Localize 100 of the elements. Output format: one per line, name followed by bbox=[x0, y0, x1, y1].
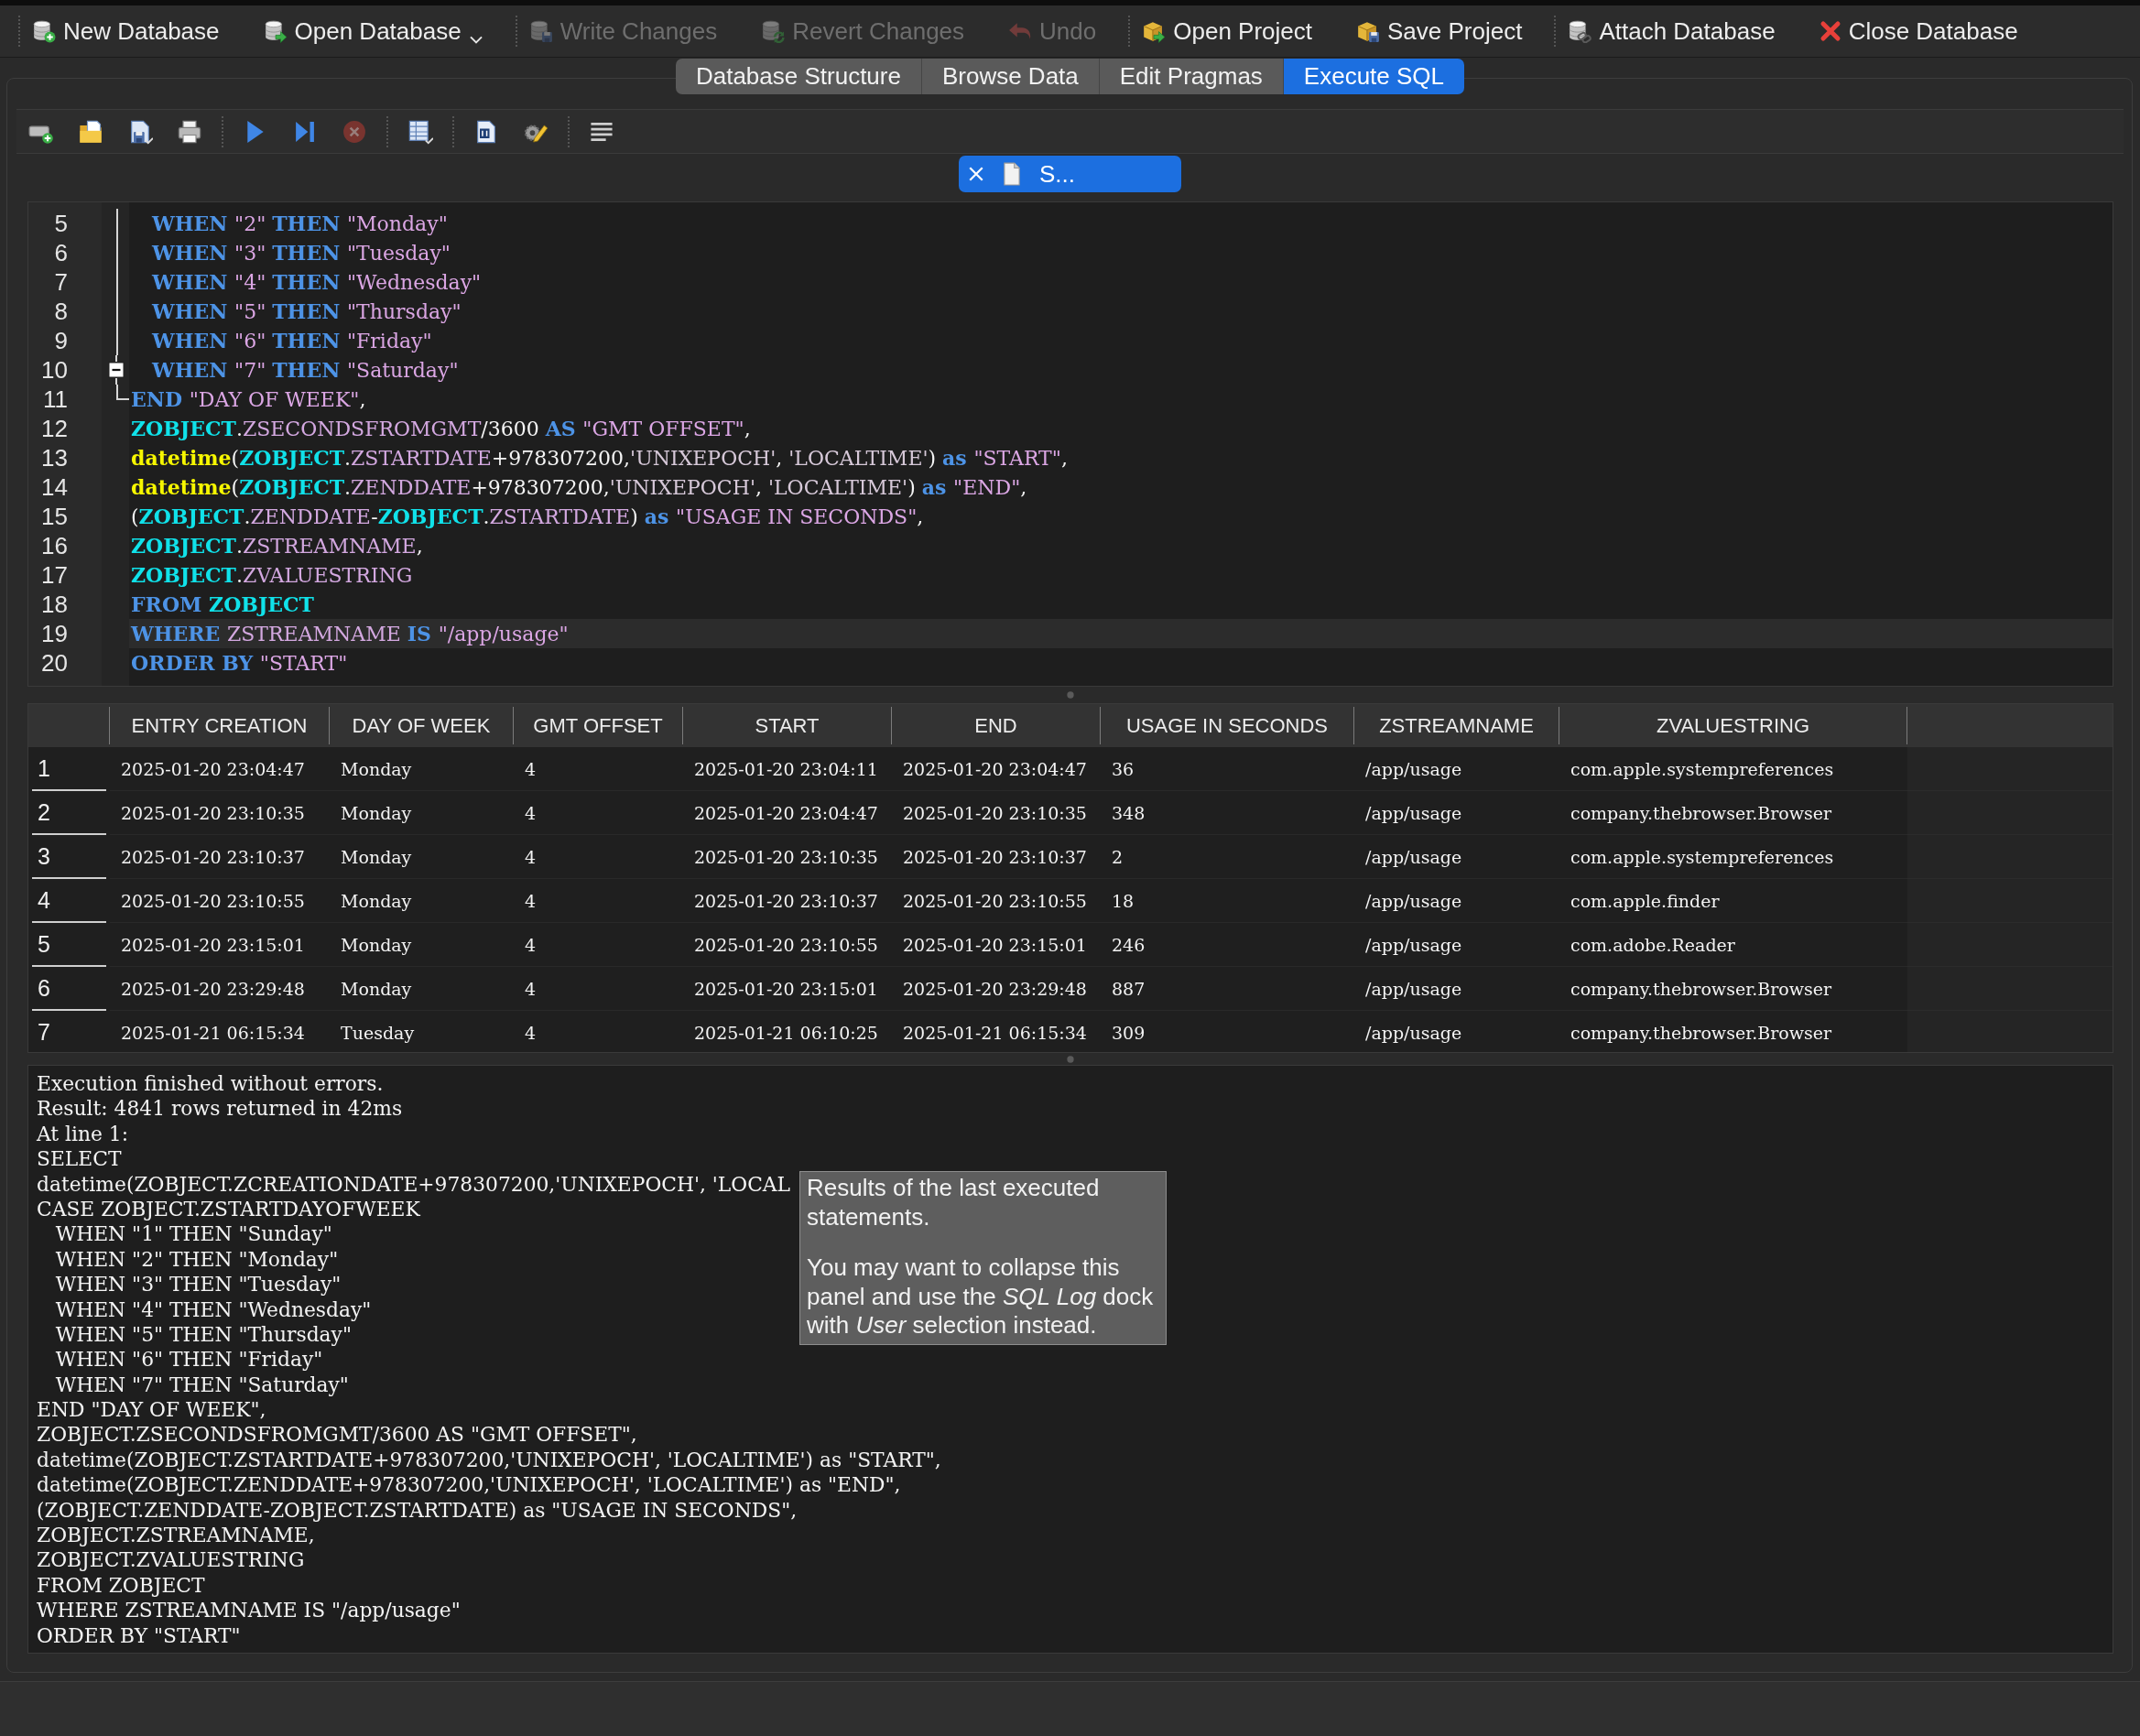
tab[interactable]: Execute SQL bbox=[1283, 59, 1465, 94]
column-header[interactable]: START bbox=[683, 707, 892, 744]
table-cell: /app/usage bbox=[1354, 923, 1559, 967]
log-line: datetime(ZOBJECT.ZENDDATE+978307200,'UNIXEPOCH', 'LOCALTIME') as "END", bbox=[37, 1472, 901, 1498]
log-line: Execution finished without errors. bbox=[37, 1071, 384, 1097]
code-line: WHEN "5" THEN "Thursday" bbox=[150, 300, 462, 323]
row-header[interactable]: 1 bbox=[32, 747, 106, 791]
log-line: CASE ZOBJECT.ZSTARTDAYOFWEEK bbox=[37, 1196, 420, 1222]
row-header[interactable]: 4 bbox=[32, 879, 106, 923]
code-line: datetime(ZOBJECT.ZSTARTDATE+978307200,'UNIXEPOCH', 'LOCALTIME') as "START", bbox=[131, 447, 1068, 470]
table-cell: 348 bbox=[1101, 791, 1354, 835]
editor-tab[interactable]: S... bbox=[959, 156, 1181, 192]
tooltip-text: Results of the last executed statements. bbox=[807, 1174, 1101, 1231]
line-number: 17 bbox=[41, 560, 68, 590]
row-header[interactable]: 3 bbox=[32, 835, 106, 879]
line-number: 6 bbox=[54, 238, 68, 267]
table-cell: 2025-01-20 23:10:55 bbox=[892, 879, 1101, 923]
code-line: (ZOBJECT.ZENDDATE-ZOBJECT.ZSTARTDATE) as "USAGE IN SECONDS", bbox=[131, 505, 924, 528]
row-header[interactable]: 6 bbox=[32, 967, 106, 1011]
caret-icon[interactable] bbox=[468, 34, 483, 44]
table-cell: 887 bbox=[1101, 967, 1354, 1011]
tab[interactable]: Database Structure bbox=[675, 59, 922, 94]
table-cell: /app/usage bbox=[1354, 1011, 1559, 1052]
close-icon[interactable] bbox=[968, 166, 984, 182]
column-header[interactable]: ZVALUESTRING bbox=[1559, 707, 1907, 744]
row-header[interactable]: 2 bbox=[32, 791, 106, 835]
toolbar-button[interactable]: Open Database bbox=[251, 13, 495, 49]
table-cell: 2025-01-20 23:04:47 bbox=[892, 747, 1101, 791]
code-line: ORDER BY "START" bbox=[131, 652, 348, 675]
tab[interactable]: Edit Pragmas bbox=[1099, 59, 1284, 94]
line-number: 18 bbox=[41, 590, 68, 619]
table-cell: 4 bbox=[514, 791, 683, 835]
line-number: 11 bbox=[43, 385, 68, 414]
code-line: ZOBJECT.ZSTREAMNAME, bbox=[131, 535, 423, 558]
line-number: 20 bbox=[41, 648, 68, 678]
play-icon bbox=[246, 118, 265, 145]
row-header[interactable]: 7 bbox=[32, 1011, 106, 1052]
table-cell: 2025-01-20 23:15:01 bbox=[683, 967, 892, 1011]
table-save-icon bbox=[407, 118, 433, 145]
table-cell: 4 bbox=[514, 835, 683, 879]
collapse-icon[interactable] bbox=[108, 362, 125, 378]
row-header[interactable]: 5 bbox=[32, 923, 106, 967]
table-cell: Tuesday bbox=[330, 1011, 514, 1052]
play-to-line-icon bbox=[295, 119, 315, 144]
log-line: END "DAY OF WEEK", bbox=[37, 1397, 266, 1423]
toolbar-button[interactable]: Close Database bbox=[1807, 13, 2030, 49]
table-cell: 2025-01-20 23:29:48 bbox=[892, 967, 1101, 1011]
table-cell: 2025-01-21 06:15:34 bbox=[110, 1011, 330, 1052]
code-line: WHEN "3" THEN "Tuesday" bbox=[150, 242, 451, 265]
log-line: At line 1: bbox=[37, 1121, 129, 1147]
code-line: datetime(ZOBJECT.ZENDDATE+978307200,'UNIXEPOCH', 'LOCALTIME') as "END", bbox=[131, 476, 1027, 499]
table-cell: 2025-01-20 23:04:47 bbox=[683, 791, 892, 835]
log-line: datetime(ZOBJECT.ZCREATIONDATE+978307200,'UNIXEPOCH', 'LOCAL bbox=[37, 1171, 791, 1197]
toolbar-button[interactable]: Attach Database bbox=[1556, 13, 1787, 49]
column-header[interactable]: GMT OFFSET bbox=[514, 707, 683, 744]
log-line: SELECT bbox=[37, 1146, 122, 1172]
line-number: 13 bbox=[41, 443, 68, 472]
column-header[interactable]: ZSTREAMNAME bbox=[1354, 707, 1559, 744]
line-number: 10 bbox=[41, 355, 68, 385]
code-line: WHERE ZSTREAMNAME IS "/app/usage" bbox=[131, 623, 569, 646]
code-line: WHEN "2" THEN "Monday" bbox=[150, 212, 448, 235]
code-line: ZOBJECT.ZVALUESTRING bbox=[131, 564, 413, 587]
splitter-handle-icon[interactable] bbox=[1066, 691, 1074, 699]
code-line: WHEN "7" THEN "Saturday" bbox=[150, 359, 459, 382]
table-cell: /app/usage bbox=[1354, 967, 1559, 1011]
sql-editor[interactable] bbox=[27, 201, 2113, 687]
column-header[interactable]: END bbox=[892, 707, 1101, 744]
table-cell: /app/usage bbox=[1354, 835, 1559, 879]
code-line: ZOBJECT.ZSECONDSFROMGMT/3600 AS "GMT OFFSET", bbox=[131, 418, 751, 440]
printer-icon bbox=[177, 118, 202, 145]
lines-icon bbox=[591, 121, 613, 142]
document-icon bbox=[1001, 162, 1023, 186]
line-number: 15 bbox=[41, 502, 68, 531]
database-plus-icon bbox=[32, 19, 56, 43]
line-number: 14 bbox=[41, 472, 68, 502]
table-cell: 2025-01-20 23:15:01 bbox=[110, 923, 330, 967]
log-line: WHEN "5" THEN "Thursday" bbox=[54, 1321, 352, 1348]
toolbar-button[interactable]: Open Project bbox=[1130, 13, 1324, 49]
column-header[interactable]: ENTRY CREATION bbox=[110, 707, 330, 744]
box-floppy-icon bbox=[1356, 19, 1380, 43]
log-line: (ZOBJECT.ZENDDATE-ZOBJECT.ZSTARTDATE) as "USAGE IN SECONDS", bbox=[37, 1497, 798, 1524]
tab[interactable]: Browse Data bbox=[921, 59, 1100, 94]
table-cell: 4 bbox=[514, 747, 683, 791]
splitter-handle-icon[interactable] bbox=[1066, 1055, 1074, 1063]
table-cell: /app/usage bbox=[1354, 747, 1559, 791]
toolbar-button[interactable]: Save Project bbox=[1344, 13, 1535, 49]
table-cell: 4 bbox=[514, 923, 683, 967]
line-number: 9 bbox=[54, 326, 68, 355]
line-number: 16 bbox=[41, 531, 68, 560]
line-number: 19 bbox=[41, 619, 68, 648]
table-cell: 2025-01-20 23:04:11 bbox=[683, 747, 892, 791]
line-number: 5 bbox=[54, 209, 68, 238]
column-header[interactable]: USAGE IN SECONDS bbox=[1101, 707, 1354, 744]
column-header[interactable]: DAY OF WEEK bbox=[330, 707, 514, 744]
log-line: WHEN "4" THEN "Wednesday" bbox=[54, 1297, 372, 1322]
table-cell: Monday bbox=[330, 879, 514, 923]
log-line: WHEN "2" THEN "Monday" bbox=[54, 1246, 339, 1273]
table-cell: 2025-01-20 23:10:35 bbox=[892, 791, 1101, 835]
box-arrow-icon bbox=[1142, 19, 1167, 43]
toolbar-button[interactable]: New Database bbox=[20, 13, 232, 49]
